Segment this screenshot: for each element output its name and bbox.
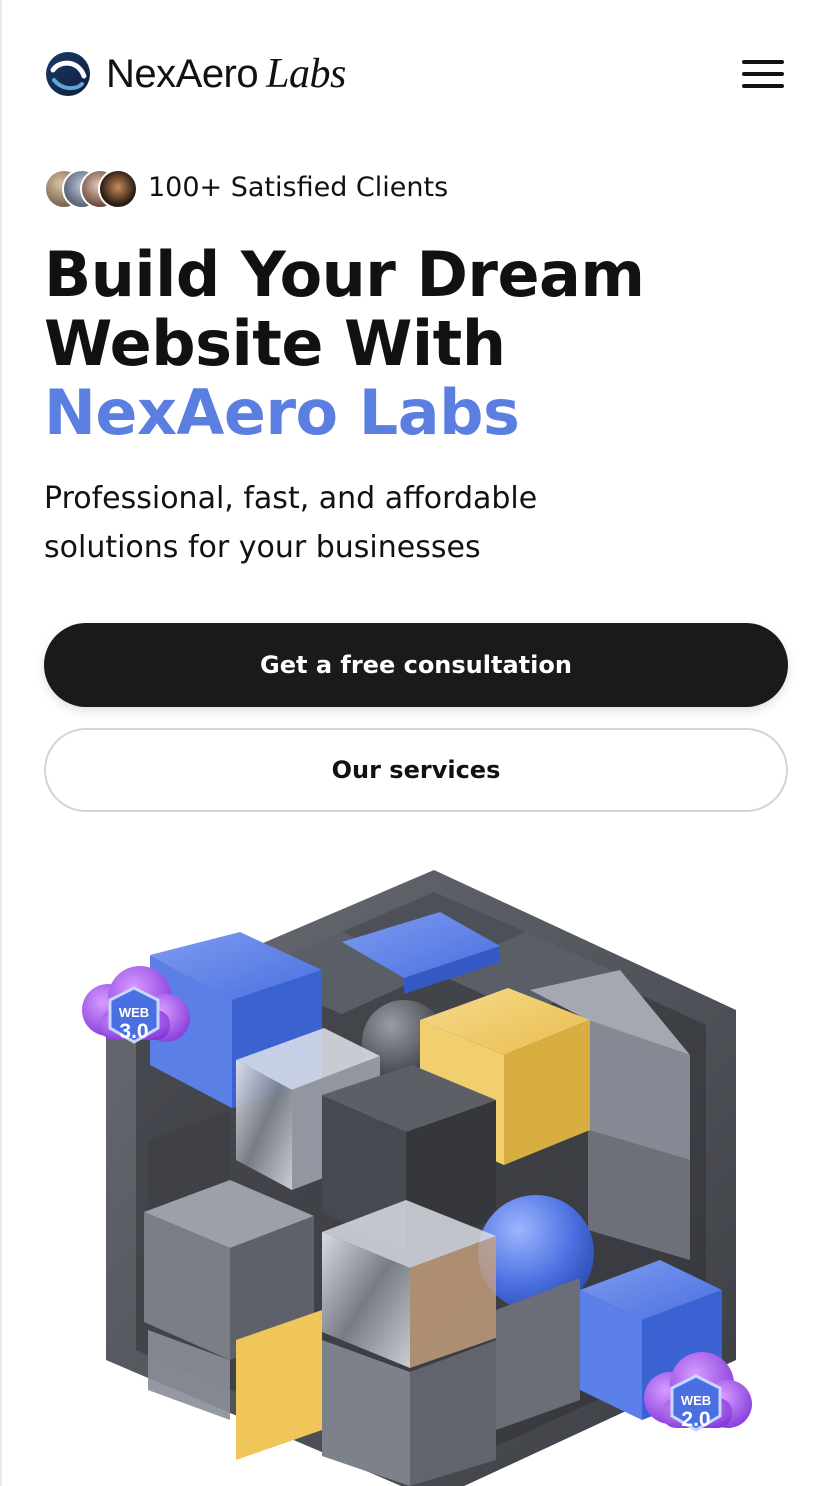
- hamburger-menu-icon[interactable]: [740, 52, 784, 92]
- web3-badge-version: 3.0: [119, 1020, 148, 1043]
- page-edge-divider: [0, 0, 2, 1486]
- nexaero-logo-icon: [46, 52, 90, 96]
- our-services-button[interactable]: Our services: [44, 728, 788, 812]
- headline-line-1: Build Your Dream: [44, 238, 645, 311]
- web3-badge-label: WEB: [119, 1005, 149, 1020]
- satisfied-clients-row: 100+ Satisfied Clients: [44, 166, 449, 209]
- site-header: NexAero Labs: [44, 48, 784, 100]
- hero-cube-illustration: WEB 3.0 WEB 2.0: [60, 860, 780, 1486]
- web2-badge-label: WEB: [681, 1393, 711, 1408]
- client-avatar: [98, 169, 138, 209]
- brand-logo-link[interactable]: NexAero Labs: [44, 48, 346, 100]
- brand-name: NexAero Labs: [106, 51, 346, 97]
- headline-accent: NexAero Labs: [44, 376, 520, 449]
- free-consultation-button[interactable]: Get a free consultation: [44, 623, 788, 707]
- web2-badge-version: 2.0: [681, 1408, 710, 1431]
- subtitle-line-1: Professional, fast, and affordable: [44, 481, 538, 516]
- client-avatar-stack: [44, 167, 138, 209]
- subtitle-line-2: solutions for your businesses: [44, 530, 481, 565]
- headline-line-2: Website With: [44, 307, 506, 380]
- satisfied-clients-label: 100+ Satisfied Clients: [148, 171, 449, 203]
- cube-illustration-svg: WEB 3.0 WEB 2.0: [82, 870, 752, 1486]
- hero-subtitle: Professional, fast, and affordable solut…: [44, 474, 644, 572]
- hero-headline: Build Your Dream Website With NexAero La…: [44, 240, 645, 447]
